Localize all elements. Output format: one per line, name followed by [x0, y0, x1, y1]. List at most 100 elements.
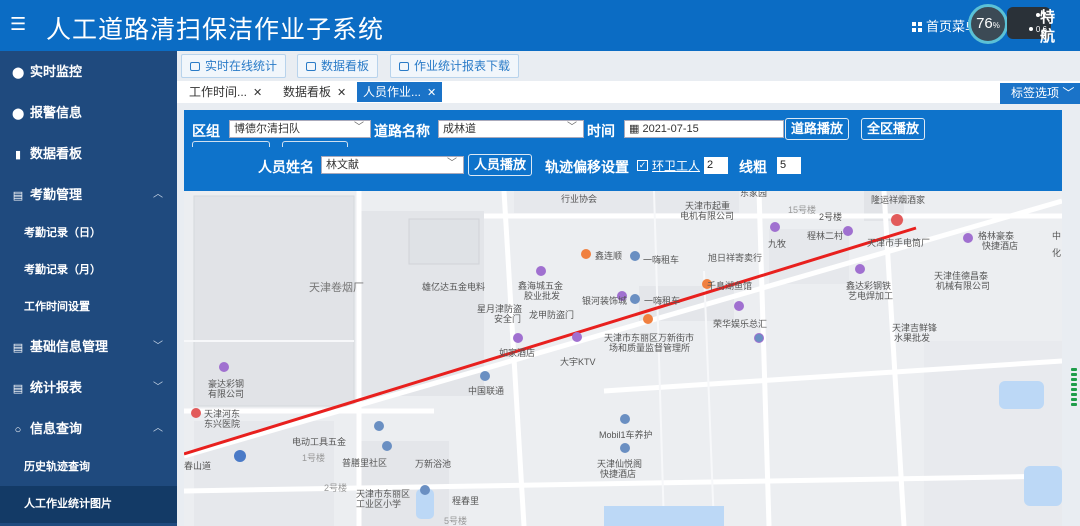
- map-label: 隆运祥烟酒家: [871, 195, 926, 205]
- sidebar-item-label: 信息查询: [30, 421, 83, 436]
- tab-work-time[interactable]: 工作时间... ✕: [183, 82, 268, 102]
- map-label: 一嗨租车: [644, 296, 681, 306]
- map-label: 电机有限公司: [680, 211, 735, 221]
- sidebar-item-realtime-monitor[interactable]: ⬤ 实时监控: [0, 51, 177, 92]
- hidden-control-edge: [282, 141, 348, 147]
- group-select-value: 博德尔清扫队: [234, 123, 300, 135]
- road-select-value: 成林道: [443, 123, 476, 135]
- person-label: 人员姓名: [258, 159, 314, 175]
- map-label: 电动工具五金: [292, 437, 347, 447]
- button-label: 实时在线统计: [205, 59, 278, 73]
- map-label: 一嗨租车: [643, 255, 680, 265]
- sanitation-worker-checkbox[interactable]: ✓: [637, 160, 648, 171]
- map-label: 千島湖鱼馆: [707, 281, 753, 291]
- all-area-play-button[interactable]: 全区播放: [861, 118, 926, 140]
- map-label: 龙甲防盗门: [529, 310, 575, 320]
- hamburger-icon[interactable]: ☰: [10, 14, 26, 35]
- sidebar-item-info-query[interactable]: ○ 信息查询 ︿: [0, 408, 177, 449]
- map-view[interactable]: 行业协会 天津市起重 电机有限公司 东家园 隆运祥烟酒家 2号楼 15号楼 九牧…: [184, 191, 1062, 526]
- bar-chart-icon: ▮: [14, 149, 22, 161]
- top-bar: ☰ 人工道路清扫保洁作业子系统 首页菜单 76% 1 0.6 特 航: [0, 0, 1080, 51]
- line-width-input[interactable]: 5: [777, 157, 801, 174]
- sidebar-item-alarm-info[interactable]: ⬤ 报警信息: [0, 92, 177, 133]
- report-download-button[interactable]: 作业统计报表下载: [390, 54, 520, 78]
- data-board-button[interactable]: 数据看板: [297, 54, 379, 78]
- map-label: 安全门: [494, 314, 522, 324]
- tab-label: 工作时间...: [189, 85, 248, 99]
- user-info-line1: 特: [1040, 9, 1056, 26]
- date-value: 2021-07-15: [642, 123, 699, 135]
- tag-options-label: 标签选项: [1011, 86, 1060, 100]
- map-label: 鑫连顺: [595, 251, 623, 261]
- sidebar-sub-attendance-month[interactable]: 考勤记录（月）: [0, 252, 177, 289]
- time-label: 时间: [587, 123, 615, 139]
- map-label: 中: [1052, 231, 1062, 241]
- tab-label: 人员作业...: [363, 85, 422, 99]
- sidebar-item-reports[interactable]: ▤ 统计报表 ﹀: [0, 367, 177, 408]
- document-icon: ▤: [12, 190, 24, 202]
- map-label: 快捷酒店: [600, 469, 637, 479]
- tag-options-dropdown[interactable]: 标签选项 ﹀: [1000, 83, 1080, 104]
- tab-personnel-work[interactable]: 人员作业... ✕: [357, 82, 443, 102]
- sidebar-item-label: 数据看板: [30, 146, 83, 161]
- person-select[interactable]: 林文献 ﹀: [321, 156, 464, 174]
- tab-data-board[interactable]: 数据看板 ✕: [277, 82, 352, 102]
- group-select[interactable]: 博德尔清扫队 ﹀: [229, 120, 371, 138]
- map-label: Mobil1车养护: [599, 430, 653, 440]
- grid-icon: [912, 22, 922, 32]
- map-label: 雄亿达五金电料: [422, 282, 486, 292]
- sidebar-sub-track-query[interactable]: 历史轨迹查询: [0, 449, 177, 486]
- close-icon[interactable]: ✕: [427, 87, 436, 99]
- offset-input[interactable]: 2: [704, 157, 728, 174]
- map-label: 15号楼: [788, 205, 817, 215]
- person-play-button[interactable]: 人员播放: [468, 154, 533, 176]
- document-icon: ▤: [12, 383, 24, 395]
- gauge-unit: %: [992, 21, 1000, 30]
- sidebar-item-label: 考勤管理: [30, 187, 83, 202]
- map-label: 银河装饰城: [582, 296, 628, 306]
- map-label: 有限公司: [208, 389, 245, 399]
- sidebar: ⬤ 实时监控 ⬤ 报警信息 ▮ 数据看板 ▤ 考勤管理 ︿ 考勤记录（日） 考勤记录（月）…: [0, 51, 177, 526]
- close-icon[interactable]: ✕: [337, 87, 346, 99]
- map-label: 程林二村: [807, 231, 844, 241]
- map-labels: 行业协会 天津市起重 电机有限公司 东家园 隆运祥烟酒家 2号楼 15号楼 九牧…: [184, 191, 1062, 526]
- tab-bar: 工作时间... ✕ 数据看板 ✕ 人员作业... ✕: [177, 81, 1080, 103]
- chevron-down-icon: ﹀: [1062, 86, 1075, 100]
- chevron-down-icon: ﹀: [153, 382, 163, 393]
- sidebar-item-basic-info[interactable]: ▤ 基础信息管理 ﹀: [0, 326, 177, 367]
- map-label: 东家园: [740, 191, 768, 198]
- performance-gauge[interactable]: 76%: [968, 4, 1008, 44]
- map-label: 2号楼: [324, 483, 348, 493]
- button-label: 作业统计报表下载: [414, 59, 511, 73]
- map-label: 天津卷烟厂: [309, 282, 364, 294]
- road-select[interactable]: 成林道 ﹀: [438, 120, 584, 138]
- board-icon: [306, 62, 316, 71]
- map-label: 如家酒店: [499, 348, 536, 358]
- map-label: 工业区小学: [356, 499, 402, 509]
- user-info[interactable]: 特 航: [1040, 8, 1055, 46]
- sanitation-worker-label: 环卫工人: [652, 159, 701, 173]
- realtime-online-stats-button[interactable]: 实时在线统计: [181, 54, 287, 78]
- group-label: 区组: [192, 123, 220, 139]
- map-label: 机械有限公司: [936, 281, 991, 291]
- map-label: 水果批发: [894, 333, 931, 343]
- download-icon: [399, 62, 409, 71]
- sidebar-item-attendance[interactable]: ▤ 考勤管理 ︿: [0, 174, 177, 215]
- map-label: 旭日祥寄卖行: [708, 253, 763, 263]
- close-icon[interactable]: ✕: [253, 87, 262, 99]
- road-play-button[interactable]: 道路播放: [785, 118, 850, 140]
- sidebar-sub-work-images[interactable]: 人工作业统计图片: [0, 486, 177, 523]
- map-label: 行业协会: [561, 194, 598, 204]
- date-picker[interactable]: ▦ 2021-07-15: [624, 120, 784, 138]
- sidebar-sub-attendance-day[interactable]: 考勤记录（日）: [0, 215, 177, 252]
- app-title: 人工道路清扫保洁作业子系统: [46, 16, 385, 44]
- person-select-value: 林文献: [326, 159, 359, 171]
- search-icon: ○: [14, 424, 22, 436]
- chevron-up-icon: ︿: [153, 189, 163, 200]
- sidebar-sub-work-time[interactable]: 工作时间设置: [0, 289, 177, 326]
- scrollbar-handle[interactable]: [1071, 368, 1077, 408]
- sidebar-item-data-board[interactable]: ▮ 数据看板: [0, 133, 177, 174]
- sidebar-item-label: 基础信息管理: [30, 339, 109, 354]
- map-label: 5号楼: [444, 516, 468, 526]
- map-label: 快捷酒店: [982, 241, 1019, 251]
